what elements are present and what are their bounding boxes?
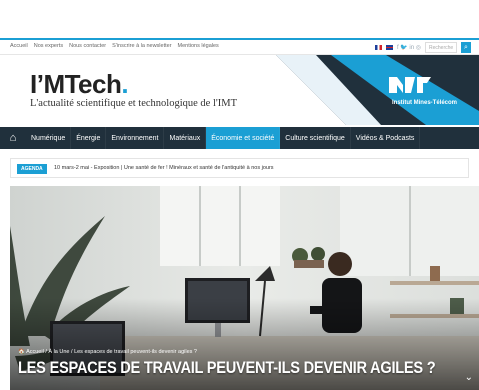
logo-text: I’MTech (30, 69, 122, 99)
search-input[interactable]: Recherche (425, 42, 457, 53)
nav-item-numerique[interactable]: Numérique (26, 127, 72, 149)
top-link-experts[interactable]: Nos experts (34, 43, 63, 49)
top-link-contact[interactable]: Nous contacter (69, 43, 106, 49)
top-link-legal[interactable]: Mentions légales (178, 43, 219, 49)
site-logo[interactable]: I’MTech. (30, 69, 129, 100)
hero-article[interactable]: 🏠 Accueil / À la Une / Les espaces de tr… (10, 186, 479, 390)
logo-dot: . (121, 69, 129, 99)
nav-item-materiaux[interactable]: Matériaux (164, 127, 207, 149)
nav-item-culture-scientifique[interactable]: Culture scientifique (280, 127, 351, 149)
top-link-newsletter[interactable]: S'inscrire à la newsletter (112, 43, 171, 49)
article-title[interactable]: LES ESPACES DE TRAVAIL PEUVENT-ILS DEVEN… (18, 358, 436, 378)
home-icon[interactable]: ⌂ (0, 127, 26, 149)
agenda-ticker: AGENDA 10 mars-2 mai - Exposition | Une … (10, 158, 469, 178)
agenda-item-link[interactable]: 10 mars-2 mai - Exposition | Une santé d… (54, 165, 274, 171)
imt-banner-graphic (276, 55, 479, 125)
nav-item-energie[interactable]: Énergie (71, 127, 107, 149)
chevron-down-icon[interactable]: ⌄ (465, 372, 473, 383)
top-bar-right: f 🐦 in ◎ Recherche ⌕ (374, 42, 471, 53)
top-link-home[interactable]: Accueil (10, 43, 28, 49)
top-links: Accueil Nos experts Nous contacter S'ins… (10, 43, 219, 49)
top-bar: Accueil Nos experts Nous contacter S'ins… (0, 38, 479, 55)
english-flag-icon[interactable] (385, 45, 393, 50)
main-nav: ⌂ Numérique Énergie Environnement Matéri… (0, 127, 479, 149)
imt-brand-name: Institut Mines-Télécom (391, 100, 457, 106)
social-icons[interactable]: f 🐦 in ◎ (397, 44, 421, 51)
site-tagline: L'actualité scientifique et technologiqu… (30, 98, 238, 109)
search-icon[interactable]: ⌕ (461, 42, 471, 53)
site-header: I’MTech. L'actualité scientifique et tec… (0, 55, 479, 125)
agenda-badge: AGENDA (17, 164, 47, 174)
french-flag-icon[interactable] (374, 45, 382, 50)
nav-item-environnement[interactable]: Environnement (106, 127, 165, 149)
breadcrumb[interactable]: 🏠 Accueil / À la Une / Les espaces de tr… (18, 349, 197, 355)
nav-item-videos-podcasts[interactable]: Vidéos & Podcasts (351, 127, 421, 149)
imt-brand-banner[interactable]: Institut Mines-Télécom (276, 55, 479, 125)
nav-item-economie-societe[interactable]: Économie et société (206, 127, 281, 149)
